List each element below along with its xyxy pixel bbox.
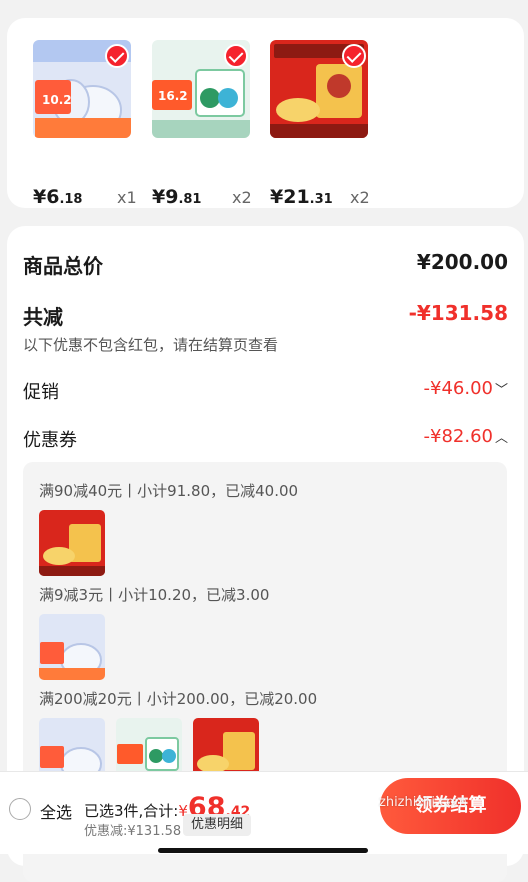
item-price: ¥6.18 — [33, 186, 83, 208]
discount-note: 以下优惠不包含红包，请在结算页查看 — [23, 336, 279, 354]
selected-items-card: 10.2 ¥6.18 x1 16.2 ¥9.81 x2 ¥21.31 x2 — [7, 18, 524, 208]
coupon-rule-3: 满200减20元丨小计200.00，已减20.00 — [39, 690, 318, 708]
snack-gift-box-product-image[interactable] — [39, 510, 105, 576]
item-quantity: x2 — [350, 188, 370, 207]
total-reduce-label: 共减 — [23, 305, 63, 329]
coupon-rule-1: 满90减40元丨小计91.80，已减40.00 — [39, 482, 299, 500]
svg-text:16.2: 16.2 — [158, 89, 188, 103]
bathroom-cleaner-product-image[interactable] — [39, 614, 105, 680]
bathroom-cleaner-product-image[interactable]: 10.2 — [33, 40, 131, 138]
coupon-label: 优惠券 — [23, 430, 77, 451]
selected-check-icon[interactable] — [224, 44, 248, 68]
promotion-label: 促销 — [23, 382, 59, 403]
item-quantity: x2 — [232, 188, 252, 207]
item-quantity: x1 — [117, 188, 137, 207]
coupon-value[interactable]: -¥82.60 ︿ — [424, 426, 509, 447]
promotion-value[interactable]: -¥46.00 ﹀ — [424, 378, 509, 399]
item-price: ¥21.31 — [270, 186, 333, 208]
watermark: zhizhizhi.com — [379, 795, 467, 810]
chevron-down-icon: ﹀ — [494, 383, 508, 398]
total-price-value: ¥200.00 — [416, 250, 508, 274]
coupon-rule-2: 满9减3元丨小计10.20，已减3.00 — [39, 586, 270, 604]
svg-text:10.2: 10.2 — [42, 93, 72, 107]
total-price-label: 商品总价 — [23, 254, 103, 278]
selected-count-text: 已选3件,合计: — [84, 802, 179, 820]
price-summary-card: 商品总价 ¥200.00 共减 -¥131.58 以下优惠不包含红包，请在结算页… — [7, 226, 524, 882]
total-reduce-value: -¥131.58 — [408, 301, 508, 325]
laundry-pods-product-image[interactable]: 16.2 — [152, 40, 250, 138]
checkout-bar: 全选 已选3件,合计:¥68.42 优惠减:¥131.58 优惠明细 领券结算 — [0, 771, 528, 854]
selected-check-icon[interactable] — [105, 44, 129, 68]
item-price: ¥9.81 — [152, 186, 202, 208]
chevron-up-icon: ︿ — [494, 431, 508, 446]
snack-gift-box-product-image[interactable] — [270, 40, 368, 138]
discount-detail-button[interactable]: 优惠明细 — [183, 814, 252, 836]
selected-check-icon[interactable] — [342, 44, 366, 68]
home-indicator — [158, 848, 368, 853]
select-all-radio[interactable] — [9, 798, 31, 820]
discount-amount: 优惠减:¥131.58 — [84, 824, 182, 839]
select-all-label[interactable]: 全选 — [40, 799, 72, 823]
